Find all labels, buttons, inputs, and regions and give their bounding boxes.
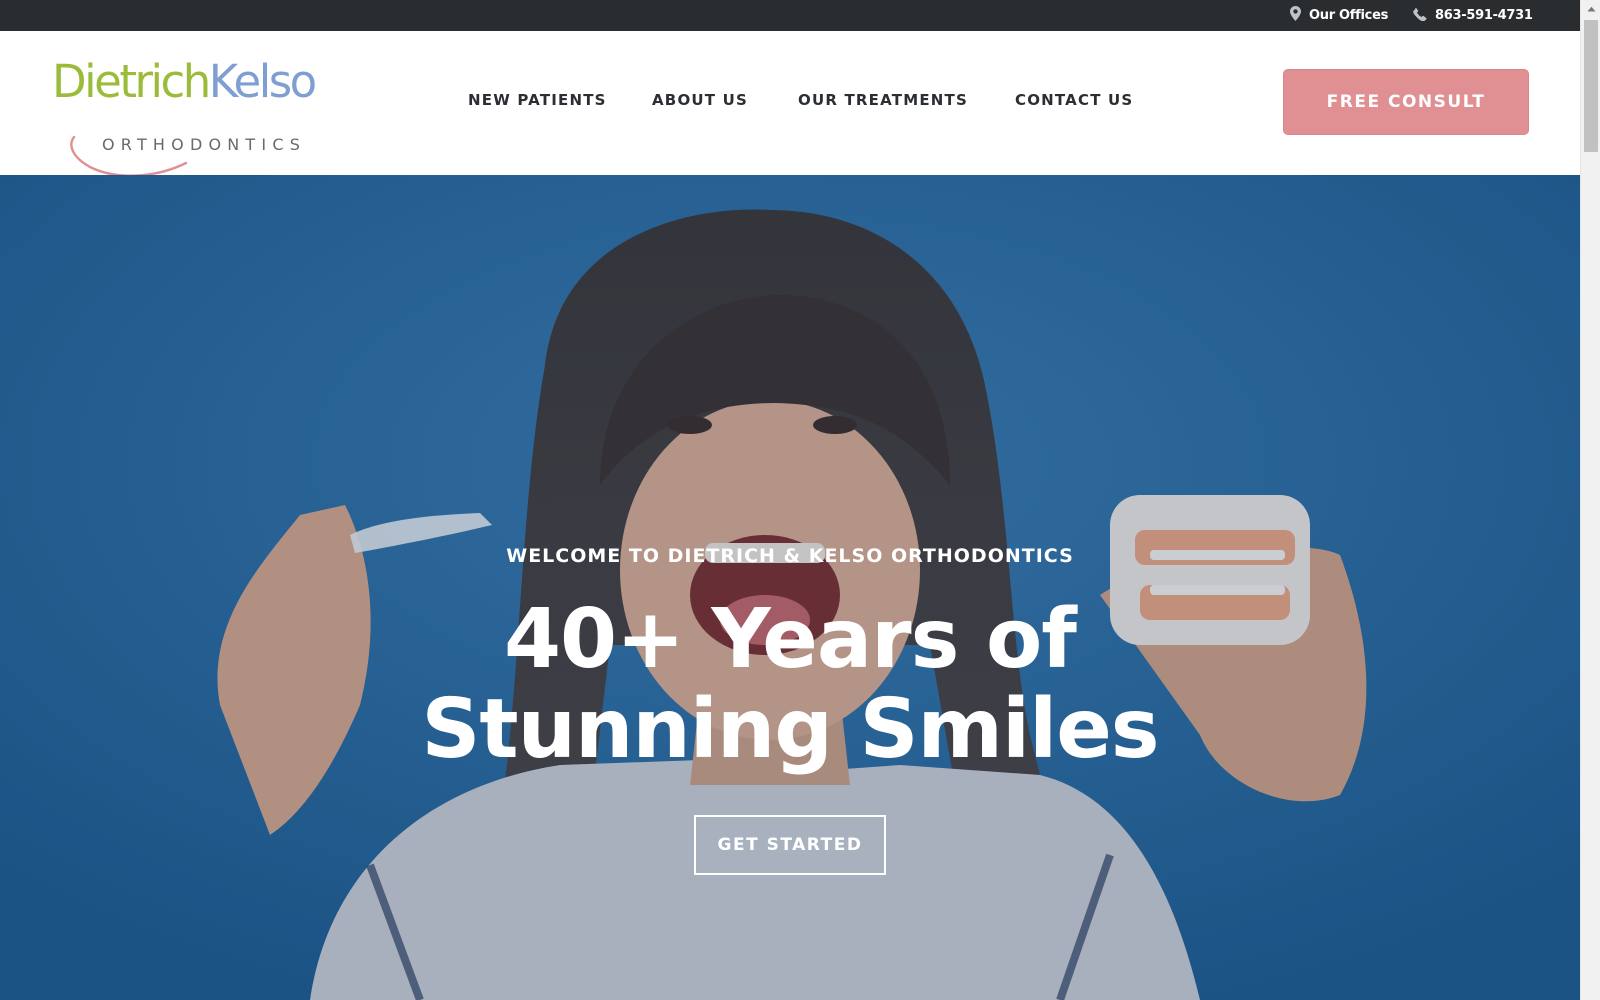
free-consult-button[interactable]: FREE CONSULT	[1283, 69, 1529, 135]
hero-title-line2: Stunning Smiles	[421, 682, 1159, 777]
scrollbar-thumb[interactable]	[1584, 20, 1598, 152]
logo-name-part1: Dietrich	[52, 55, 211, 108]
hero-overlay	[0, 175, 1580, 1000]
scroll-up-arrow-icon[interactable]	[1581, 0, 1600, 18]
hero-section: WELCOME TO DIETRICH & KELSO ORTHODONTICS…	[0, 175, 1580, 1000]
logo-name-part2: Kelso	[208, 55, 317, 108]
logo-wordmark: DietrichKelso	[52, 53, 317, 111]
phone-icon	[1413, 7, 1435, 25]
map-pin-icon	[1290, 6, 1309, 25]
top-utility-bar: Our Offices 863-591-4731	[0, 0, 1580, 31]
hero-eyebrow: WELCOME TO DIETRICH & KELSO ORTHODONTICS	[506, 545, 1074, 567]
nav-about-us[interactable]: ABOUT US	[652, 91, 748, 109]
site-header: DietrichKelso ORTHODONTICS NEW PATIENTS …	[0, 31, 1580, 177]
our-offices-link[interactable]: Our Offices	[1290, 0, 1388, 31]
page-scrollbar[interactable]	[1580, 0, 1600, 1000]
hero-title: 40+ Years of Stunning Smiles	[0, 595, 1580, 775]
nav-new-patients[interactable]: NEW PATIENTS	[468, 91, 607, 109]
nav-our-treatments[interactable]: OUR TREATMENTS	[798, 91, 968, 109]
page-viewport: Our Offices 863-591-4731 DietrichKelso O…	[0, 0, 1580, 1000]
our-offices-label: Our Offices	[1309, 8, 1389, 23]
nav-contact-us[interactable]: CONTACT US	[1015, 91, 1133, 109]
get-started-button[interactable]: GET STARTED	[694, 815, 886, 875]
brand-logo[interactable]: DietrichKelso ORTHODONTICS	[52, 53, 322, 177]
hero-title-line1: 40+ Years of	[504, 592, 1077, 687]
phone-number: 863-591-4731	[1435, 8, 1533, 23]
logo-subtitle: ORTHODONTICS	[102, 135, 307, 154]
phone-link[interactable]: 863-591-4731	[1413, 0, 1533, 31]
